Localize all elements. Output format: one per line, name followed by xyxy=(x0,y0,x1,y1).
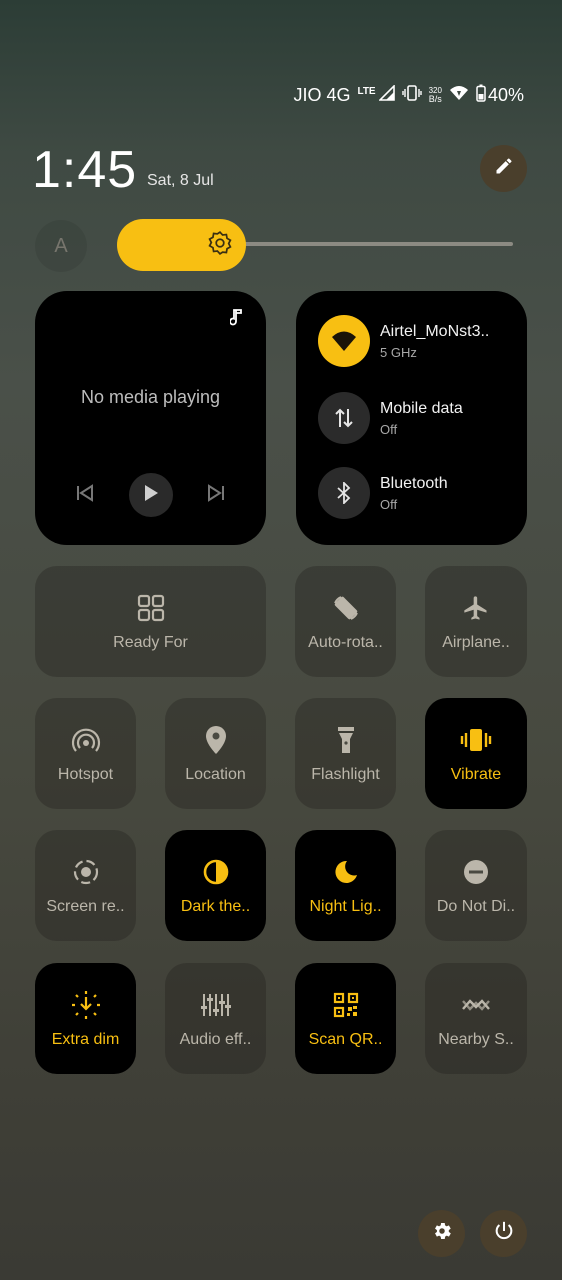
previous-track-button[interactable] xyxy=(75,483,95,507)
tile-auto-rotate[interactable]: Auto-rota.. xyxy=(295,566,396,677)
settings-button[interactable] xyxy=(418,1210,465,1257)
screen-record-icon xyxy=(72,856,100,888)
extra-dim-icon xyxy=(71,989,101,1021)
rotate-icon xyxy=(331,592,361,624)
tile-label: Vibrate xyxy=(450,765,502,783)
tile-label: Auto-rota.. xyxy=(308,633,383,651)
media-player-card[interactable]: No media playing xyxy=(35,291,266,545)
tile-label: Dark the.. xyxy=(180,897,251,915)
tile-label: Flashlight xyxy=(311,765,380,783)
tile-label: Hotspot xyxy=(57,765,114,783)
tile-dark-theme[interactable]: Dark the.. xyxy=(165,830,266,941)
music-note-icon xyxy=(229,309,244,332)
play-icon xyxy=(143,484,159,507)
tile-flashlight[interactable]: Flashlight xyxy=(295,698,396,809)
tile-label: Audio eff.. xyxy=(179,1030,252,1048)
carrier-label: JIO 4G xyxy=(293,84,351,105)
hotspot-icon xyxy=(71,724,101,756)
tile-label: Do Not Di.. xyxy=(436,897,516,915)
battery-percent: 40% xyxy=(487,84,524,105)
bluetooth-label: Bluetooth xyxy=(380,474,448,492)
gear-icon xyxy=(431,1220,453,1247)
bluetooth-icon xyxy=(318,467,370,519)
signal-icon xyxy=(377,83,395,106)
nearby-share-icon xyxy=(461,989,491,1021)
next-track-button[interactable] xyxy=(206,483,226,507)
power-icon xyxy=(493,1220,515,1247)
wifi-band: 5 GHz xyxy=(380,344,417,360)
mobile-data-label: Mobile data xyxy=(380,399,463,417)
brightness-slider-handle[interactable] xyxy=(117,219,246,271)
dark-theme-icon xyxy=(202,856,230,888)
tile-label: Night Lig.. xyxy=(309,897,382,915)
equalizer-icon xyxy=(200,989,231,1021)
wifi-toggle[interactable]: Airtel_MoNst3.. 5 GHz xyxy=(318,315,517,367)
airplane-icon xyxy=(462,592,490,624)
grid-icon xyxy=(137,592,165,624)
mobile-data-icon xyxy=(318,392,370,444)
tile-airplane[interactable]: Airplane.. xyxy=(425,566,527,677)
status-bar: JIO 4G LTE 320 B/s 40% xyxy=(293,82,524,108)
tile-label: Ready For xyxy=(113,633,188,651)
flashlight-icon xyxy=(336,724,356,756)
tile-label: Location xyxy=(185,765,246,783)
tile-extra-dim[interactable]: Extra dim xyxy=(35,963,136,1074)
tile-do-not-disturb[interactable]: Do Not Di.. xyxy=(425,830,527,941)
clock-date[interactable]: Sat, 8 Jul xyxy=(147,172,214,190)
play-button[interactable] xyxy=(128,473,173,517)
tile-scan-qr[interactable]: Scan QR.. xyxy=(295,963,396,1074)
vibrate-status-icon xyxy=(401,84,422,106)
tile-screen-record[interactable]: Screen re.. xyxy=(35,830,136,941)
tile-label: Extra dim xyxy=(51,1030,120,1048)
net-speed-unit: B/s xyxy=(428,94,442,104)
do-not-disturb-icon xyxy=(462,856,490,888)
media-status-text: No media playing xyxy=(80,387,221,407)
tile-label: Airplane.. xyxy=(442,633,510,651)
tile-night-light[interactable]: Night Lig.. xyxy=(295,830,396,941)
tile-vibrate[interactable]: Vibrate xyxy=(425,698,527,809)
edit-tiles-button[interactable] xyxy=(480,145,527,192)
tile-nearby-share[interactable]: Nearby S.. xyxy=(425,963,527,1074)
wifi-network-name: Airtel_MoNst3.. xyxy=(380,322,490,340)
vibrate-icon xyxy=(460,724,492,756)
battery-indicator: 40% xyxy=(476,84,524,107)
wifi-icon xyxy=(318,315,370,367)
tile-location[interactable]: Location xyxy=(165,698,266,809)
brightness-icon xyxy=(207,230,233,261)
clock-time[interactable]: 1:45 xyxy=(32,140,137,200)
mobile-data-status: Off xyxy=(380,421,398,437)
bluetooth-status: Off xyxy=(380,496,398,512)
pencil-icon xyxy=(494,156,514,181)
tile-label: Screen re.. xyxy=(46,897,125,915)
battery-icon xyxy=(476,84,486,107)
tile-ready-for[interactable]: Ready For xyxy=(35,566,266,677)
brightness-slider-track[interactable] xyxy=(230,242,513,246)
connectivity-card: Airtel_MoNst3.. 5 GHz Mobile data Off Bl… xyxy=(296,291,527,545)
mobile-data-toggle[interactable]: Mobile data Off xyxy=(318,392,517,444)
qr-code-icon xyxy=(333,989,359,1021)
wifi-status-icon xyxy=(449,85,469,106)
auto-brightness-button[interactable]: A xyxy=(35,220,87,272)
tile-label: Scan QR.. xyxy=(308,1030,383,1048)
net-speed: 320 B/s xyxy=(428,87,442,104)
tile-label: Nearby S.. xyxy=(438,1030,514,1048)
power-button[interactable] xyxy=(480,1210,527,1257)
moon-icon xyxy=(333,856,359,888)
network-type-label: LTE xyxy=(357,85,376,97)
bluetooth-toggle[interactable]: Bluetooth Off xyxy=(318,467,517,519)
tile-hotspot[interactable]: Hotspot xyxy=(35,698,136,809)
tile-audio-effects[interactable]: Audio eff.. xyxy=(165,963,266,1074)
location-pin-icon xyxy=(204,724,228,756)
